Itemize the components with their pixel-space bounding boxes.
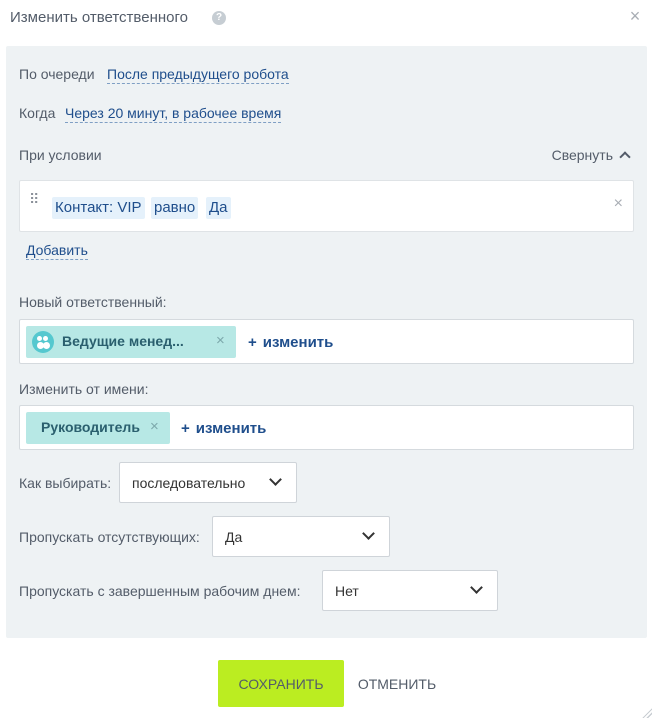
condition-field[interactable]: Контакт: VIP xyxy=(52,197,145,219)
resize-grip-icon[interactable] xyxy=(642,708,652,718)
help-icon[interactable]: ? xyxy=(212,11,226,25)
condition-label: При условии xyxy=(19,147,102,163)
queue-label: По очереди xyxy=(19,66,95,82)
skip-absent-value: Да xyxy=(225,529,243,545)
dialog-title: Изменить ответственного xyxy=(10,9,188,26)
save-button[interactable]: СОХРАНИТЬ xyxy=(218,660,344,707)
change-from-field[interactable]: Руководитель × + изменить xyxy=(19,405,634,450)
queue-link[interactable]: После предыдущего робота xyxy=(107,66,289,84)
close-icon[interactable]: × xyxy=(625,6,645,26)
dialog-header: Изменить ответственного ? × xyxy=(0,0,654,36)
skip-finished-select[interactable]: Нет xyxy=(322,570,498,611)
chevron-down-icon xyxy=(470,581,483,594)
skip-absent-label: Пропускать отсутствующих: xyxy=(19,529,200,545)
how-choose-select[interactable]: последовательно xyxy=(119,462,297,503)
remove-condition-icon[interactable]: × xyxy=(614,195,623,213)
change-from-tag: Руководитель × xyxy=(26,412,170,444)
skip-absent-select[interactable]: Да xyxy=(212,516,390,557)
skip-finished-value: Нет xyxy=(335,583,359,599)
remove-change-from-icon[interactable]: × xyxy=(150,418,159,435)
change-responsible-link[interactable]: + изменить xyxy=(248,334,333,351)
collapse-label: Свернуть xyxy=(551,147,613,163)
change-from-change-label: изменить xyxy=(195,420,267,437)
condition-value[interactable]: Да xyxy=(206,197,231,219)
chevron-down-icon xyxy=(269,473,282,486)
chevron-down-icon xyxy=(362,527,375,540)
condition-box: ⠿ Контакт: VIP равно Да × xyxy=(19,180,634,232)
new-responsible-label: Новый ответственный: xyxy=(19,294,167,310)
when-link[interactable]: Через 20 минут, в рабочее время xyxy=(65,105,282,123)
plus-icon: + xyxy=(181,420,190,437)
drag-handle-icon[interactable]: ⠿ xyxy=(29,192,39,214)
responsible-tag: Ведущие менед... × xyxy=(26,326,236,358)
responsible-tag-label: Ведущие менед... xyxy=(62,333,184,349)
when-label: Когда xyxy=(19,105,56,121)
new-responsible-field[interactable]: Ведущие менед... × + изменить xyxy=(19,319,634,364)
skip-finished-label: Пропускать с завершенным рабочим днем: xyxy=(19,583,301,599)
change-from-label: Изменить от имени: xyxy=(19,381,149,397)
how-choose-value: последовательно xyxy=(132,475,246,491)
chevron-up-icon xyxy=(619,151,631,163)
collapse-button[interactable]: Свернуть xyxy=(551,147,631,163)
how-choose-label: Как выбирать: xyxy=(19,475,112,491)
condition-operator[interactable]: равно xyxy=(151,197,199,219)
cancel-button[interactable]: ОТМЕНИТЬ xyxy=(352,660,442,707)
settings-panel: По очереди После предыдущего робота Когд… xyxy=(6,46,647,638)
change-responsible-label: изменить xyxy=(262,334,334,351)
group-avatar-icon xyxy=(32,331,54,353)
remove-responsible-icon[interactable]: × xyxy=(216,332,225,349)
change-from-link[interactable]: + изменить xyxy=(181,420,266,437)
plus-icon: + xyxy=(248,334,257,351)
add-condition-link[interactable]: Добавить xyxy=(26,242,88,260)
change-from-tag-label: Руководитель xyxy=(41,419,140,435)
